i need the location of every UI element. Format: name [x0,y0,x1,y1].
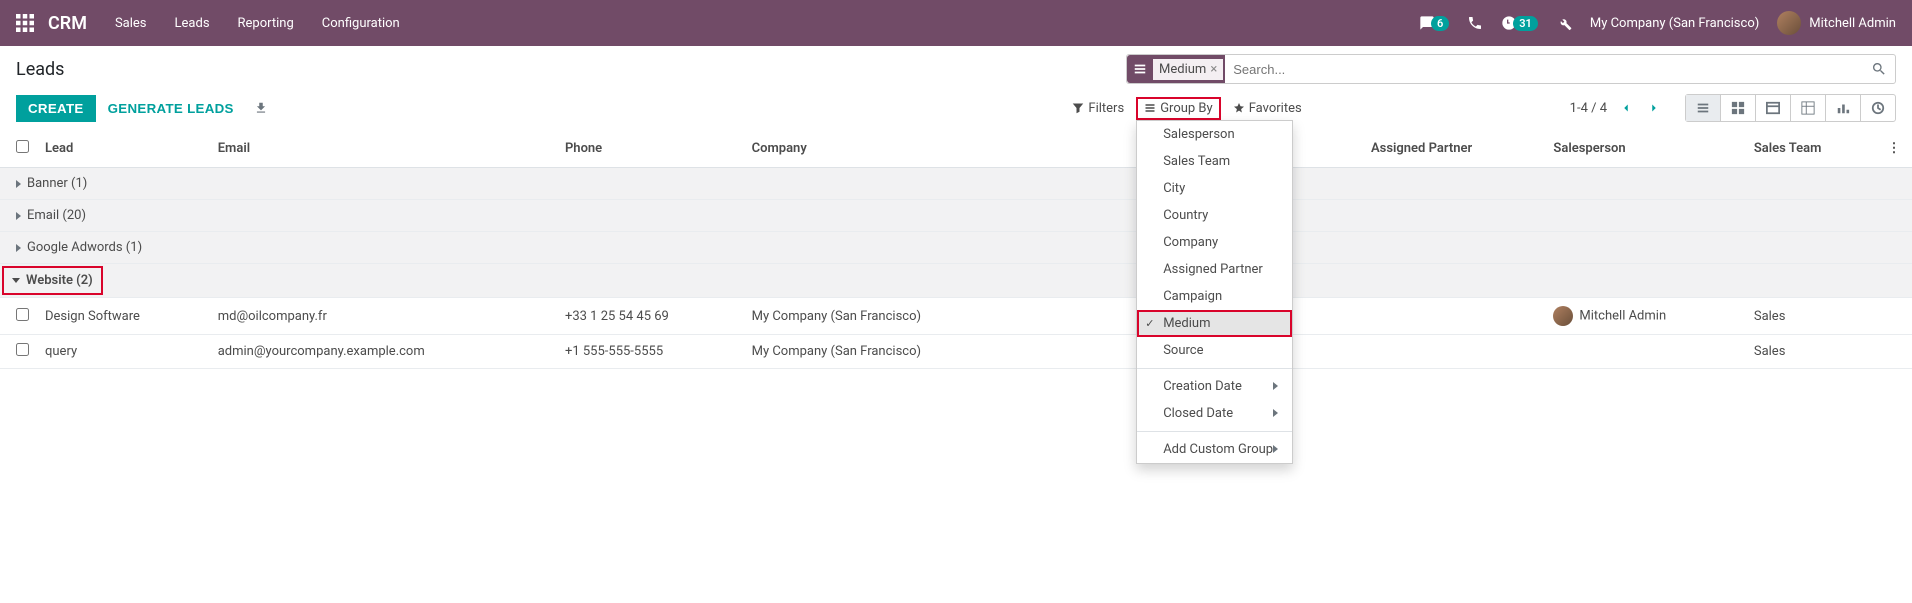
top-nav: CRM Sales Leads Reporting Configuration … [0,0,1912,46]
page-title: Leads [16,59,64,80]
cell-partner [1363,298,1545,335]
filters-button[interactable]: Filters [1064,97,1132,120]
col-team[interactable]: Sales Team [1746,130,1876,168]
group-row[interactable]: Email (20) [0,200,1912,232]
avatar-icon [1553,306,1573,326]
view-pivot[interactable] [1791,95,1826,121]
col-company[interactable]: Company [744,130,1033,168]
user-menu[interactable]: Mitchell Admin [1777,11,1896,35]
col-partner[interactable]: Assigned Partner [1363,130,1545,168]
groupby-option[interactable]: Assigned Partner [1137,256,1292,283]
groupby-option[interactable]: Creation Date [1137,373,1292,400]
generate-leads-button[interactable]: GENERATE LEADS [96,95,246,122]
cell-phone: +1 555-555-5555 [557,335,744,369]
table-row[interactable]: Design Softwaremd@oilcompany.fr+33 1 25 … [0,298,1912,335]
list-icon [1144,102,1156,114]
view-kanban[interactable] [1721,95,1756,121]
phone-icon[interactable] [1467,15,1483,31]
cell-lead: query [37,335,210,369]
groupby-option[interactable]: Source [1137,337,1292,364]
select-all-checkbox[interactable] [16,140,29,153]
search-facet: Medium × [1127,55,1225,83]
cell-lead: Design Software [37,298,210,335]
group-row[interactable]: Banner (1) [0,168,1912,200]
user-name: Mitchell Admin [1809,16,1896,31]
cell-salesperson [1545,335,1745,369]
company-switch[interactable]: My Company (San Francisco) [1590,16,1759,31]
cell-company: My Company (San Francisco) [744,335,1033,369]
menu-configuration[interactable]: Configuration [322,16,400,31]
groupby-option[interactable]: Sales Team [1137,148,1292,175]
pager-next[interactable] [1647,101,1661,115]
pager-text[interactable]: 1-4 / 4 [1570,101,1607,116]
facet-label: Medium [1159,62,1206,77]
group-row[interactable]: Google Adwords (1) [0,232,1912,264]
groupby-option[interactable]: Country [1137,202,1292,229]
create-button[interactable]: CREATE [16,95,96,122]
star-icon [1233,102,1245,114]
cell-company: My Company (San Francisco) [744,298,1033,335]
chat-badge: 6 [1431,16,1449,31]
search-input[interactable] [1225,62,1871,77]
table-row[interactable]: queryadmin@yourcompany.example.com+1 555… [0,335,1912,369]
col-email[interactable]: Email [210,130,557,168]
view-calendar[interactable] [1756,95,1791,121]
cell-salesperson: Mitchell Admin [1545,298,1745,335]
groupby-dropdown: SalespersonSales TeamCityCountryCompanyA… [1136,120,1293,464]
search-icon[interactable] [1871,61,1887,77]
row-checkbox[interactable] [16,343,29,356]
cell-team: Sales [1746,335,1876,369]
cell-partner [1363,335,1545,369]
search-box[interactable]: Medium × [1126,54,1896,84]
view-switcher [1685,94,1896,122]
chat-button[interactable]: 6 [1419,15,1449,31]
funnel-icon [1072,102,1084,114]
col-lead[interactable]: Lead [37,130,210,168]
avatar-icon [1777,11,1801,35]
groupby-option[interactable]: Add Custom Group [1137,436,1292,463]
col-salesperson[interactable]: Salesperson [1545,130,1745,168]
view-activity[interactable] [1861,95,1895,121]
col-phone[interactable]: Phone [557,130,744,168]
pager-prev[interactable] [1619,101,1633,115]
col-options[interactable]: ⋮ [1876,130,1912,168]
menu-sales[interactable]: Sales [115,16,147,31]
groupby-option[interactable]: Closed Date [1137,400,1292,427]
groupby-option[interactable]: ✓Medium [1137,310,1292,337]
groupby-option[interactable]: City [1137,175,1292,202]
brand[interactable]: CRM [48,13,87,34]
menu-reporting[interactable]: Reporting [238,16,294,31]
view-list[interactable] [1686,95,1721,121]
activity-badge: 31 [1513,16,1538,31]
groupby-option[interactable]: Campaign [1137,283,1292,310]
control-panel: Leads Medium × CREATE GENERATE LEADS Fil… [0,46,1912,130]
view-graph[interactable] [1826,95,1861,121]
cell-email: md@oilcompany.fr [210,298,557,335]
apps-icon[interactable] [16,14,34,32]
groupby-facet-icon [1133,62,1147,76]
groupby-button[interactable]: Group By [1136,97,1221,120]
leads-table: Lead Email Phone Company Country Assigne… [0,130,1912,369]
menu-leads[interactable]: Leads [175,16,210,31]
group-row[interactable]: Website (2) [0,264,1912,298]
row-checkbox[interactable] [16,308,29,321]
import-icon[interactable] [254,101,268,115]
facet-remove[interactable]: × [1210,62,1217,77]
wrench-icon[interactable] [1556,15,1572,31]
groupby-option[interactable]: Salesperson [1137,121,1292,148]
cell-team: Sales [1746,298,1876,335]
groupby-option[interactable]: Company [1137,229,1292,256]
activity-button[interactable]: 31 [1501,15,1538,31]
main-menu: Sales Leads Reporting Configuration [115,16,400,31]
favorites-button[interactable]: Favorites [1225,97,1310,120]
cell-email: admin@yourcompany.example.com [210,335,557,369]
cell-phone: +33 1 25 54 45 69 [557,298,744,335]
